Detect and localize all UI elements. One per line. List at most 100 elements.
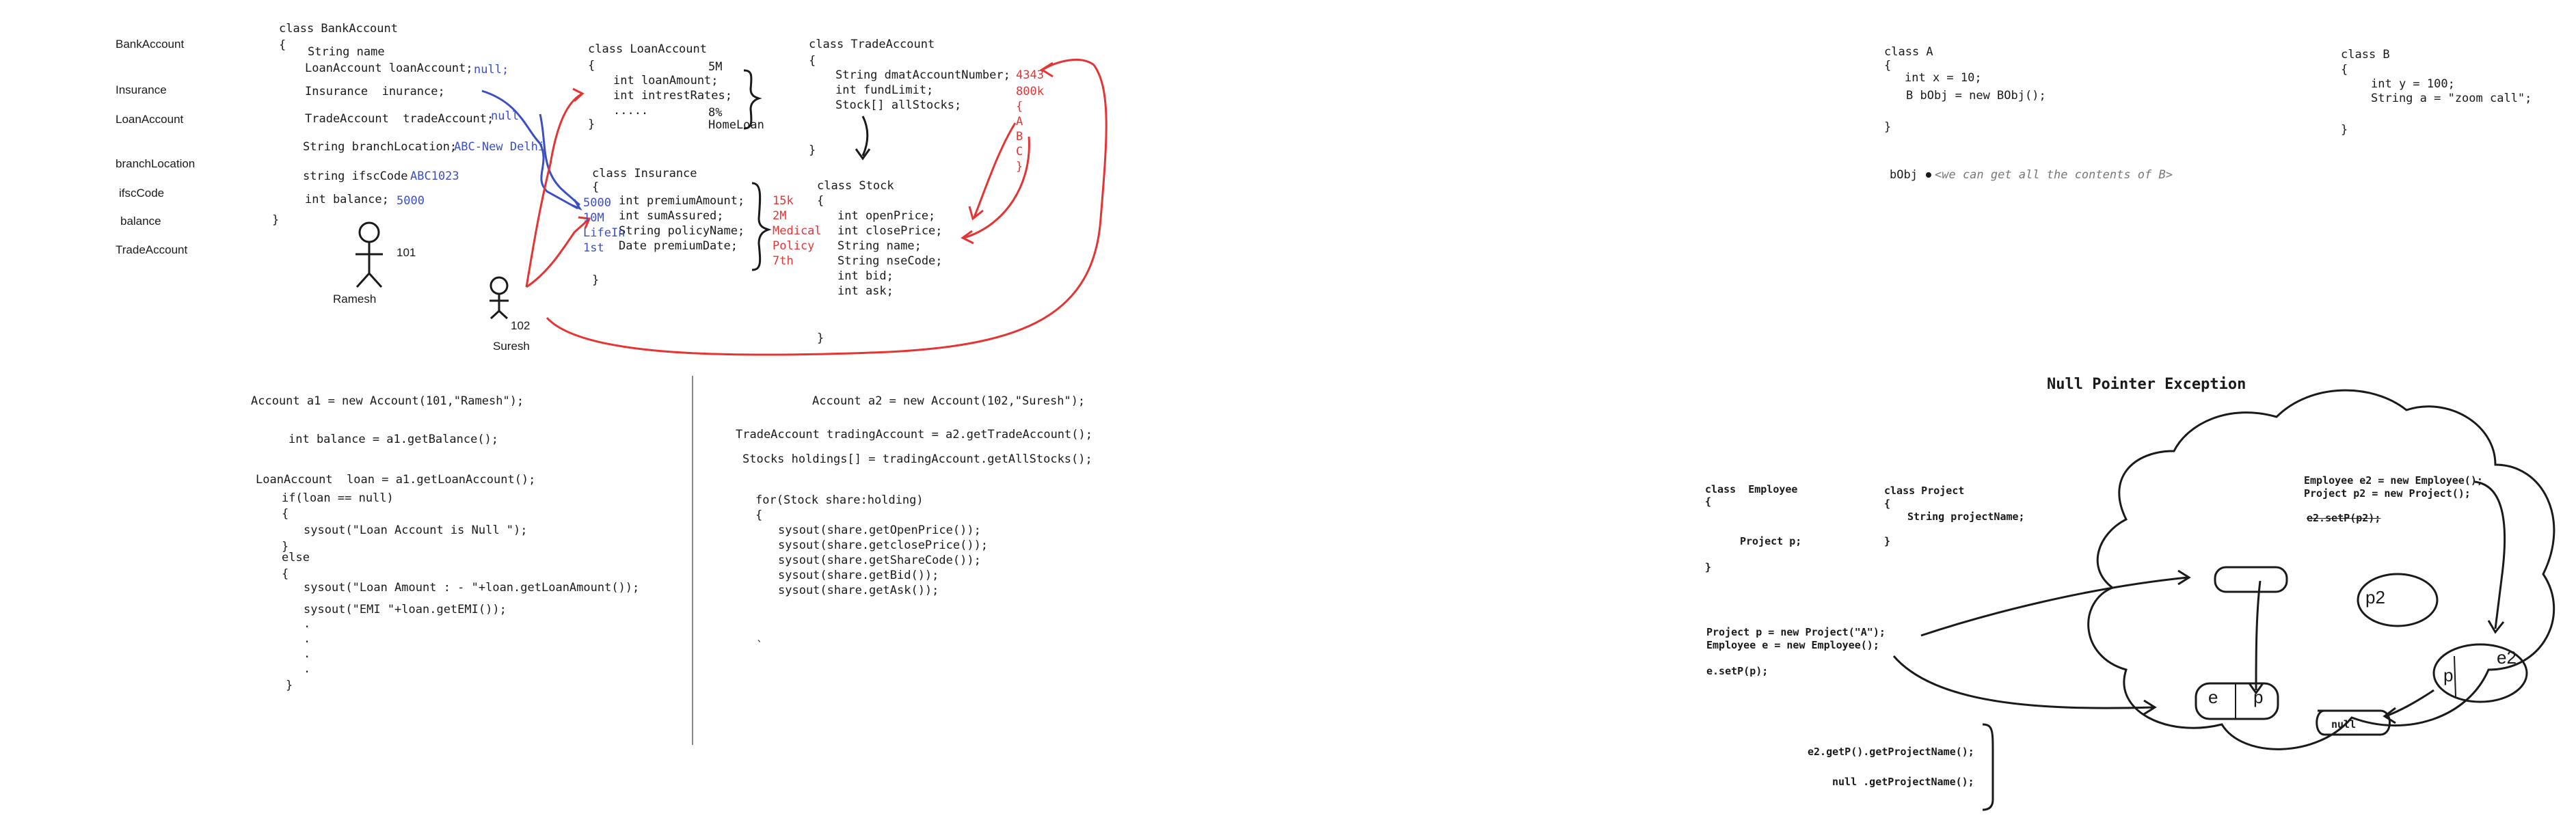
close-brace: } — [272, 213, 280, 227]
code-line: sysout(share.getOpenPrice()); — [778, 523, 981, 537]
stock-field-close: int closePrice; — [837, 224, 943, 238]
value-branch: ABC-New Delhi — [454, 140, 546, 154]
code-line: . — [304, 647, 311, 661]
insurance-field-policy: String policyName; — [619, 224, 745, 238]
stock-field-bid: int bid; — [837, 269, 894, 283]
trade-header: class TradeAccount — [809, 38, 935, 51]
field-branch: String branchLocation; — [303, 140, 457, 154]
heap-label-null: null — [2331, 718, 2357, 731]
trade-red-4: A — [1016, 115, 1023, 128]
value-trade-null: null — [491, 109, 519, 123]
insurance-red-2: 2M — [773, 209, 787, 223]
loan-field-rates: int intrestRates; — [613, 89, 732, 103]
heap-label-e2: e2 — [2497, 647, 2517, 668]
code-line: ` — [756, 639, 764, 653]
class-b-open: { — [2341, 63, 2348, 77]
insurance-field-premium: int premiumAmount; — [619, 194, 745, 208]
trade-red-3: { — [1016, 100, 1023, 113]
code-line: . — [304, 617, 311, 631]
left-label-tradeaccount: TradeAccount — [116, 243, 188, 256]
suresh-id: 102 — [511, 319, 531, 332]
trade-field-stocks: Stock[] allStocks; — [835, 98, 962, 112]
field-balance: int balance; — [305, 193, 389, 206]
loan-type-value: HomeLoan — [708, 118, 764, 132]
code-line: Account a2 = new Account(102,"Suresh"); — [812, 394, 1086, 408]
code-line: { — [282, 567, 289, 581]
insurance-close-brace: } — [592, 273, 600, 287]
insurance-field-date: Date premiumDate; — [619, 239, 738, 253]
suresh-name: Suresh — [493, 340, 530, 353]
code-line: e.setP(p); — [1706, 665, 1769, 677]
code-line: Employee e2 = new Employee(); — [2304, 474, 2483, 487]
loan-open-brace: { — [588, 59, 595, 72]
field-insurance: Insurance inurance; — [305, 85, 445, 98]
insurance-red-3: Medical — [773, 224, 822, 238]
class-a-header: class A — [1884, 45, 1933, 59]
code-line: { — [282, 507, 289, 521]
stock-field-nse: String nseCode; — [837, 254, 943, 268]
stock-field-ask: int ask; — [837, 284, 894, 298]
ramesh-name: Ramesh — [333, 292, 377, 305]
trade-field-dmat: String dmatAccountNumber; — [835, 68, 1010, 82]
class-b-field-a: String a = "zoom call"; — [2371, 92, 2532, 105]
heap-label-e: e — [2208, 687, 2218, 707]
code-line: else — [282, 551, 310, 564]
code-line: . — [304, 632, 311, 646]
code-line: if(loan == null) — [282, 491, 394, 505]
stock-field-open: int openPrice; — [837, 209, 936, 223]
code-line: sysout("Loan Amount : - "+loan.getLoanAm… — [304, 581, 640, 595]
project-close: } — [1884, 535, 1891, 547]
insurance-red-1: 15k — [773, 194, 794, 208]
whiteboard-canvas: BankAccount Insurance LoanAccount branch… — [0, 0, 2576, 831]
code-line: Employee e = new Employee(); — [1706, 639, 1879, 651]
code-line: } — [286, 679, 293, 692]
loan-header: class LoanAccount — [588, 42, 707, 56]
project-header: class Project — [1884, 485, 1965, 497]
loan-rate-value: 8% — [708, 106, 723, 120]
code-line: e2.getP().getProjectName(); — [1808, 746, 1974, 758]
code-line: Project p = new Project("A"); — [1706, 626, 1886, 638]
loan-close-brace: } — [588, 118, 595, 131]
trade-red-2: 800k — [1016, 85, 1044, 98]
open-brace: { — [279, 38, 286, 52]
field-loan-account: LoanAccount loanAccount; — [305, 62, 473, 75]
code-line-struck: e2.setP(p2); — [2307, 512, 2381, 524]
left-label-bankaccount: BankAccount — [116, 38, 185, 51]
code-line: Project p2 = new Project(); — [2304, 487, 2471, 500]
employee-close: } — [1705, 561, 1712, 573]
code-line: sysout("EMI "+loan.getEMI()); — [304, 603, 507, 616]
field-ifsc: string ifscCode — [303, 169, 408, 183]
value-loan-null: null; — [474, 63, 509, 77]
insurance-header: class Insurance — [592, 167, 697, 180]
field-trade-account: TradeAccount tradeAccount; — [305, 112, 494, 126]
insurance-red-5: 7th — [773, 254, 794, 268]
value-ifsc: ABC1023 — [410, 169, 459, 183]
insurance-field-sum: int sumAssured; — [619, 209, 724, 223]
code-line: Stocks holdings[] = tradingAccount.getAl… — [742, 452, 1092, 466]
heap-label-p: p — [2253, 687, 2264, 707]
class-a-open: { — [1884, 59, 1892, 72]
employee-header: class Employee — [1705, 483, 1798, 495]
class-a-field-bobj: B bObj = new BObj(); — [1906, 89, 2046, 103]
code-line: sysout(share.getclosePrice()); — [778, 539, 989, 552]
class-b-header: class B — [2341, 48, 2390, 62]
code-line: null .getProjectName(); — [1832, 776, 1974, 788]
code-line: Account a1 = new Account(101,"Ramesh"); — [251, 394, 524, 408]
code-line: TradeAccount tradingAccount = a2.getTrad… — [736, 428, 1092, 441]
class-a-field-x: int x = 10; — [1905, 71, 1982, 85]
bobj-label: bObj — [1890, 168, 1918, 182]
loan-ellipsis: ..... — [613, 104, 649, 118]
loan-field-amount: int loanAmount; — [613, 74, 719, 87]
project-field-name: String projectName; — [1907, 510, 2025, 523]
stock-close-brace: } — [817, 331, 824, 345]
bank-account-header: class BankAccount — [279, 22, 398, 36]
trade-close-brace: } — [809, 144, 816, 157]
ramesh-id: 101 — [397, 246, 416, 259]
insurance-blue-1: 5000 — [583, 196, 611, 210]
stock-open-brace: { — [817, 194, 824, 208]
trade-red-7: } — [1016, 160, 1023, 174]
code-line: LoanAccount loan = a1.getLoanAccount(); — [256, 473, 536, 487]
code-line: int balance = a1.getBalance(); — [289, 433, 499, 446]
insurance-open-brace: { — [592, 180, 600, 194]
left-label-ifsccode: ifscCode — [119, 187, 165, 200]
